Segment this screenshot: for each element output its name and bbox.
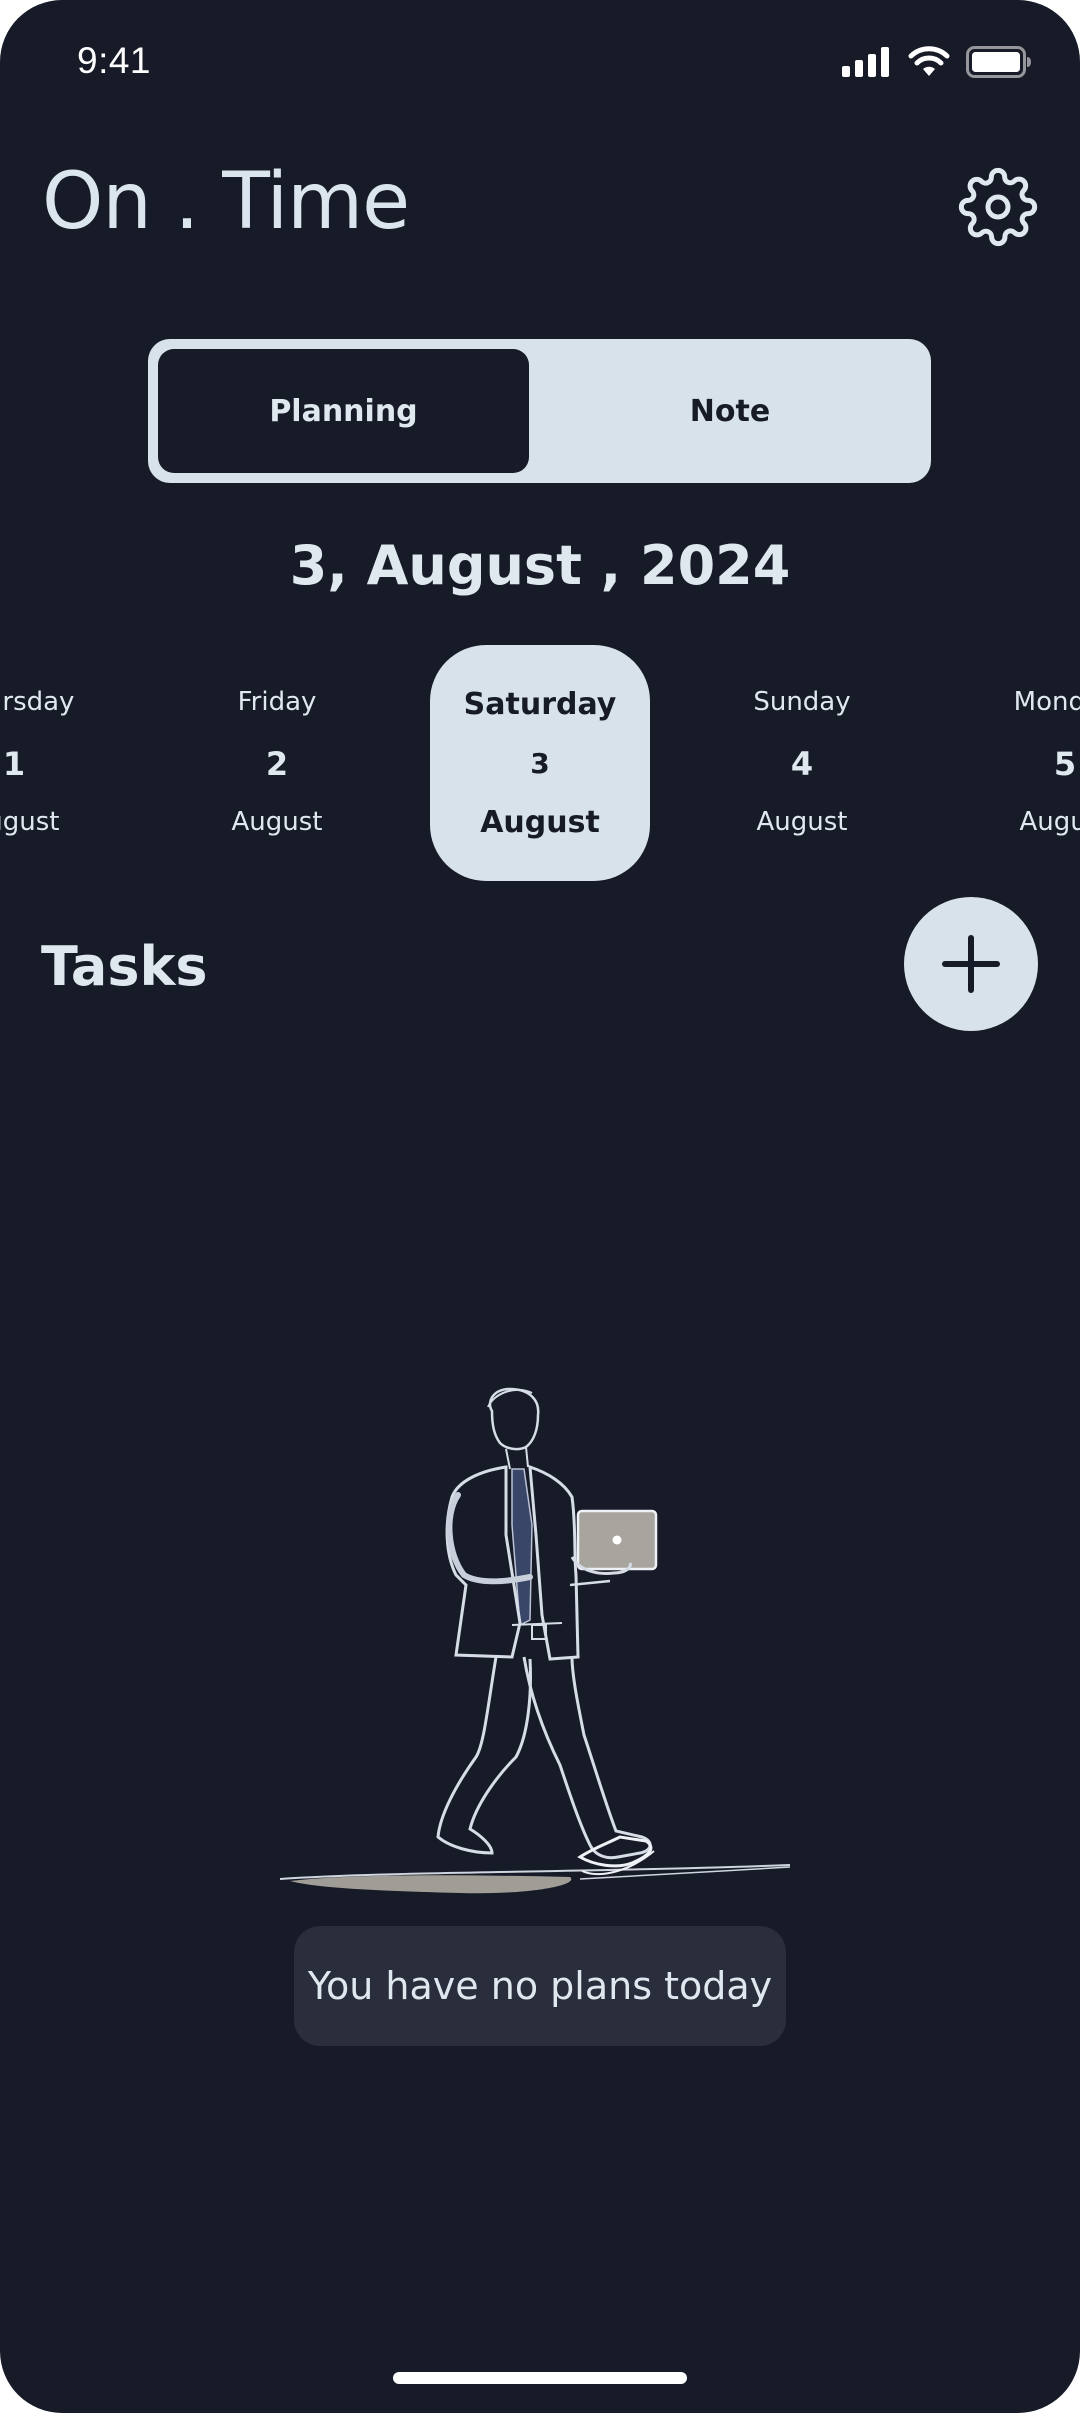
day-month: August: [756, 807, 848, 837]
current-date: 3, August , 2024: [289, 534, 791, 597]
tab-note[interactable]: Note: [539, 349, 921, 473]
cellular-signal-icon: [842, 47, 889, 77]
app-title: On . Time: [42, 157, 410, 247]
day-item-sunday[interactable]: Sunday 4 August: [692, 645, 912, 885]
mode-segmented-control: Planning Note: [148, 339, 931, 483]
day-selector: Thursday 1 August Friday 2 August Saturd…: [0, 645, 1080, 885]
day-month: August: [231, 807, 323, 837]
gear-icon: [958, 167, 1038, 247]
status-time: 9:41: [77, 40, 152, 81]
day-number: 4: [790, 745, 814, 783]
day-month: August: [0, 807, 60, 837]
day-number: 1: [2, 745, 26, 783]
status-icons: [842, 46, 1032, 78]
day-month: August: [1019, 807, 1080, 837]
day-item-monday[interactable]: Monday 5 August: [955, 645, 1080, 885]
home-indicator[interactable]: [393, 2372, 687, 2384]
day-name: Friday: [237, 687, 317, 717]
plus-icon: [942, 935, 1000, 993]
day-item-saturday[interactable]: Saturday 3 August: [430, 645, 650, 885]
walking-man-illustration: [280, 1387, 791, 1894]
day-name: Monday: [1013, 687, 1080, 717]
app-screen: 9:41 On . Time Planning Note 3, August ,…: [0, 0, 1080, 2413]
battery-icon: [966, 46, 1031, 78]
day-name: Thursday: [0, 687, 75, 717]
day-name: Saturday: [463, 687, 617, 722]
add-task-button[interactable]: [904, 897, 1038, 1031]
empty-tasks-message: You have no plans today: [294, 1926, 786, 2046]
day-name: Sunday: [753, 687, 851, 717]
day-number: 5: [1053, 745, 1077, 783]
tab-planning[interactable]: Planning: [158, 349, 529, 473]
day-number: 2: [265, 745, 289, 783]
tasks-title: Tasks: [41, 935, 208, 998]
wifi-icon: [908, 46, 950, 76]
day-item-thursday[interactable]: Thursday 1 August: [0, 645, 124, 885]
day-number: 3: [530, 747, 550, 780]
day-item-friday[interactable]: Friday 2 August: [167, 645, 387, 885]
day-month: August: [480, 805, 600, 840]
settings-button[interactable]: [958, 167, 1038, 247]
